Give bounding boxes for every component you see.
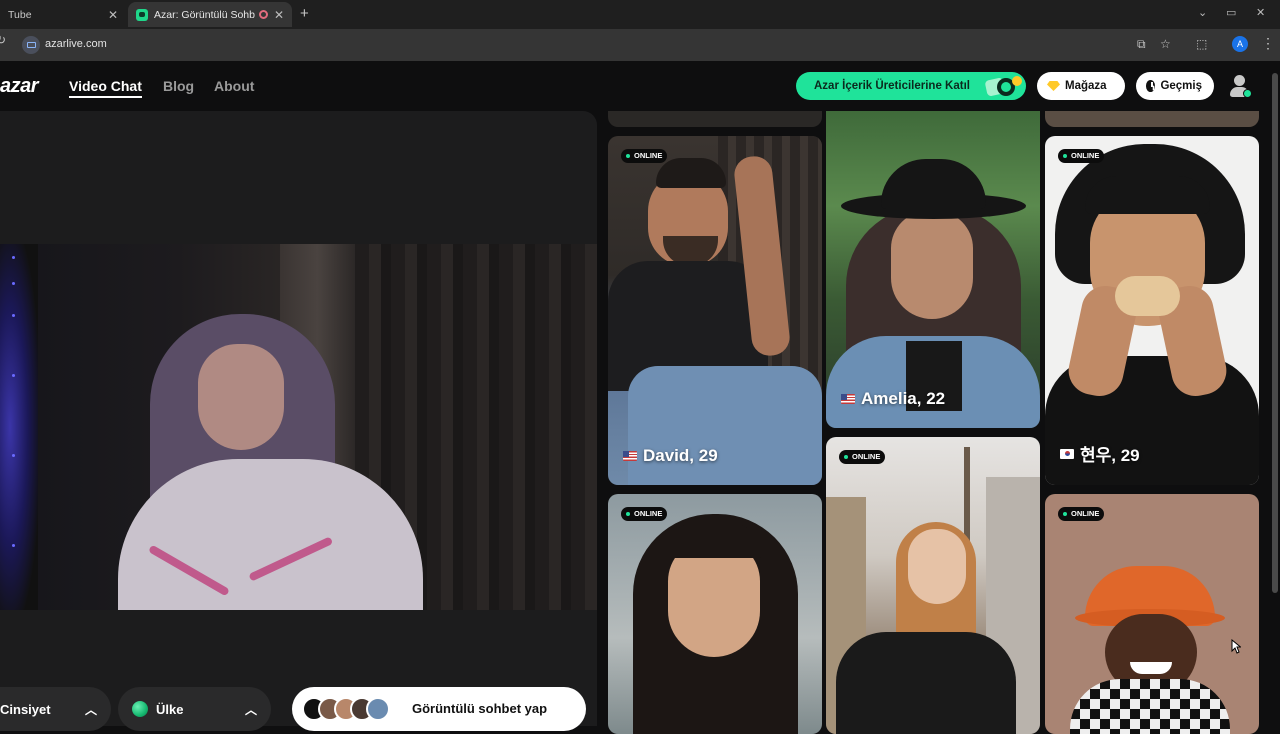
online-badge: ONLINE: [839, 450, 886, 464]
avatar-stack: [302, 697, 392, 721]
browser-tab-azar[interactable]: Azar: Görüntülü Sohbet & V ✕: [128, 2, 292, 27]
close-window-icon[interactable]: ✕: [1256, 6, 1265, 19]
start-video-chat-button[interactable]: Görüntülü sohbet yap: [292, 687, 586, 731]
profile-card-hyunwoo[interactable]: ONLINE 현우, 29: [1045, 136, 1259, 485]
profile-card[interactable]: ONLINE: [1045, 494, 1259, 734]
profile-card[interactable]: ONLINE: [608, 494, 822, 734]
chevron-down-icon[interactable]: ⌄: [1198, 6, 1207, 19]
profile-name-text: Amelia, 22: [861, 389, 946, 408]
gender-filter-label: Cinsiyet: [0, 701, 51, 717]
close-tab-icon[interactable]: ✕: [274, 8, 284, 22]
creator-graphic-icon: [985, 76, 1022, 96]
profile-card-david[interactable]: ONLINE David, 29: [608, 136, 822, 485]
mouse-cursor-icon: [1231, 639, 1241, 654]
chevron-up-icon: ︿: [84, 703, 97, 717]
nav-about[interactable]: About: [214, 78, 254, 94]
shop-label: Mağaza: [1065, 80, 1107, 92]
country-filter-button[interactable]: Ülke ︿: [118, 687, 271, 731]
online-badge: ONLINE: [1058, 149, 1105, 163]
globe-icon: [132, 701, 148, 717]
profile-card-partial[interactable]: [1045, 111, 1259, 127]
recording-icon: [258, 10, 268, 19]
profile-card-amelia[interactable]: Amelia, 22: [826, 111, 1040, 428]
scrollbar-thumb[interactable]: [1272, 73, 1278, 593]
url-text: azarlive.com: [45, 38, 107, 50]
profile-name: Amelia, 22: [841, 389, 945, 409]
us-flag-icon: [623, 451, 637, 461]
online-badge: ONLINE: [621, 507, 668, 521]
chevron-up-icon: ︿: [244, 703, 257, 717]
clock-icon: [1146, 80, 1156, 92]
browser-tab-youtube[interactable]: Tube ✕: [0, 2, 126, 27]
history-label: Geçmiş: [1160, 80, 1202, 92]
online-badge: ONLINE: [1058, 507, 1105, 521]
browser-profile-avatar[interactable]: A: [1232, 36, 1248, 52]
video-chat-panel: [0, 111, 597, 726]
azar-logo[interactable]: azar: [0, 75, 39, 98]
tab-title: Azar: Görüntülü Sohbet & V: [154, 8, 255, 21]
browser-toolbar: ↻ azarlive.com ⧉ ☆ ⬚ A ⋮: [0, 29, 1280, 61]
person-face: [198, 344, 284, 450]
online-badge: ONLINE: [621, 149, 668, 163]
site-info-icon[interactable]: [22, 36, 40, 54]
led-light-strip: [0, 244, 38, 610]
nav-blog[interactable]: Blog: [163, 78, 194, 94]
gem-icon: [1047, 81, 1060, 91]
avatar: [366, 697, 390, 721]
profile-name: David, 29: [623, 446, 718, 466]
kr-flag-icon: [1060, 448, 1074, 459]
address-bar[interactable]: azarlive.com: [14, 33, 1124, 57]
more-options-icon[interactable]: ⋮: [1261, 35, 1275, 52]
close-tab-icon[interactable]: ✕: [108, 8, 118, 22]
reload-icon[interactable]: ↻: [0, 33, 6, 47]
join-creators-button[interactable]: Azar İçerik Üreticilerine Katıl: [796, 72, 1026, 100]
country-filter-label: Ülke: [156, 701, 184, 717]
tab-title: Tube: [8, 8, 32, 21]
history-button[interactable]: Geçmiş: [1136, 72, 1214, 100]
join-creators-label: Azar İçerik Üreticilerine Katıl: [814, 80, 970, 92]
extensions-icon[interactable]: ⬚: [1196, 37, 1207, 51]
user-profile-icon[interactable]: [1228, 74, 1252, 100]
us-flag-icon: [841, 394, 855, 404]
profile-name-text: David, 29: [643, 446, 718, 465]
profile-card-partial[interactable]: [608, 111, 822, 127]
bookmark-star-icon[interactable]: ☆: [1160, 37, 1171, 51]
video-preview: [0, 244, 597, 610]
azar-favicon-icon: [136, 8, 148, 21]
azar-site: azar Video Chat Blog About Azar İçerik Ü…: [0, 61, 1280, 734]
start-video-chat-label: Görüntülü sohbet yap: [412, 701, 548, 716]
gender-filter-button[interactable]: Cinsiyet ︿: [0, 687, 111, 731]
new-tab-icon[interactable]: +: [300, 5, 309, 22]
profile-name-text: 현우, 29: [1080, 446, 1140, 465]
shop-button[interactable]: Mağaza: [1037, 72, 1125, 100]
profile-card[interactable]: ONLINE: [826, 437, 1040, 734]
nav-video-chat[interactable]: Video Chat: [69, 78, 142, 98]
restore-window-icon[interactable]: ▭: [1226, 6, 1236, 19]
browser-tabstrip: Tube ✕ Azar: Görüntülü Sohbet & V ✕ + ⌄ …: [0, 0, 1280, 29]
page-scrollbar[interactable]: [1270, 61, 1280, 720]
cast-icon[interactable]: ⧉: [1137, 37, 1146, 52]
profile-name: 현우, 29: [1060, 441, 1140, 466]
